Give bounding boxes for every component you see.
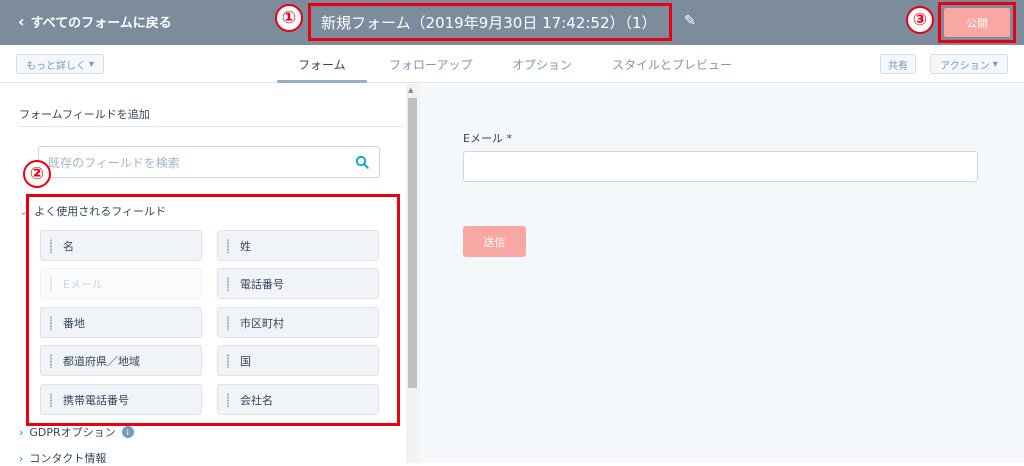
drag-handle-icon	[226, 276, 230, 291]
form-title-highlight: 新規フォーム（2019年9月30日 17:42:52）（1）	[308, 3, 672, 41]
tab-options[interactable]: オプション	[512, 56, 572, 73]
field-label: 番地	[63, 316, 85, 330]
field-city[interactable]: 市区町村	[217, 307, 379, 338]
field-label: 携帯電話番号	[63, 393, 129, 407]
back-label: すべてのフォームに戻る	[30, 16, 172, 31]
search-icon[interactable]	[355, 155, 369, 169]
more-label: もっと詳しく	[25, 60, 86, 72]
tab-style-preview[interactable]: スタイルとプレビュー	[612, 56, 732, 73]
chevron-left-icon: ‹	[18, 11, 25, 31]
caret-down-icon: ▾	[88, 58, 95, 70]
contact-info-label: コンタクト情報	[29, 452, 107, 465]
actions-button[interactable]: アクション ▾	[930, 54, 1008, 74]
gdpr-options-section[interactable]: › GDPRオプション i	[19, 424, 134, 440]
info-icon[interactable]: i	[121, 426, 134, 438]
scroll-up-arrow-icon[interactable]: ▲	[408, 86, 413, 94]
publish-button[interactable]: 公開	[944, 8, 1010, 37]
actions-label: アクション	[940, 60, 990, 72]
field-phone[interactable]: 電話番号	[217, 268, 379, 299]
field-mobile-phone[interactable]: 携帯電話番号	[40, 384, 202, 415]
drag-handle-icon	[49, 315, 53, 330]
pencil-icon[interactable]: ✎	[684, 13, 696, 29]
drag-handle-icon	[226, 392, 230, 407]
drag-handle-icon	[226, 238, 230, 253]
share-button[interactable]: 共有	[880, 54, 916, 74]
field-email: Eメール	[40, 268, 202, 299]
sub-toolbar: もっと詳しく ▾ フォーム フォローアップ オプション スタイルとプレビュー 共…	[0, 45, 1024, 83]
field-street-address[interactable]: 番地	[40, 307, 202, 338]
top-bar: ‹ すべてのフォームに戻る 新規フォーム（2019年9月30日 17:42:52…	[0, 0, 1024, 45]
submit-button[interactable]: 送信	[463, 226, 526, 257]
caret-down-icon: ▾	[992, 58, 998, 70]
field-label: 市区町村	[240, 316, 284, 330]
drag-handle-icon	[49, 238, 53, 253]
drag-handle-icon	[226, 315, 230, 330]
callout-badge-2: ②	[23, 160, 51, 188]
tab-follow-up[interactable]: フォローアップ	[389, 56, 473, 73]
callout-badge-3: ③	[906, 6, 934, 34]
drag-handle-icon	[49, 353, 53, 368]
chevron-right-icon: ›	[19, 425, 24, 439]
search-placeholder: 既存のフィールドを検索	[48, 155, 180, 170]
field-first-name[interactable]: 名	[40, 230, 202, 261]
contact-info-section[interactable]: › コンタクト情報	[19, 450, 106, 466]
field-label: 電話番号	[240, 277, 284, 291]
email-field-label: Eメール *	[463, 132, 512, 145]
field-company-name[interactable]: 会社名	[217, 384, 379, 415]
field-label: 会社名	[240, 393, 273, 407]
field-search-input[interactable]: 既存のフィールドを検索	[38, 146, 380, 178]
field-state-region[interactable]: 都道府県／地域	[40, 345, 202, 376]
email-input[interactable]	[463, 151, 978, 182]
drag-handle-icon	[49, 392, 53, 407]
field-label: 国	[240, 354, 251, 368]
divider	[19, 126, 402, 127]
field-last-name[interactable]: 姓	[217, 230, 379, 261]
back-to-forms-link[interactable]: ‹ すべてのフォームに戻る	[18, 12, 172, 31]
tab-form[interactable]: フォーム	[298, 56, 346, 73]
field-label: 姓	[240, 239, 251, 253]
scrollbar-thumb[interactable]	[408, 98, 417, 388]
add-fields-heading: フォームフィールドを追加	[19, 108, 150, 121]
callout-badge-1: ①	[275, 4, 303, 32]
gdpr-options-label: GDPRオプション	[29, 426, 116, 439]
more-button[interactable]: もっと詳しく ▾	[16, 54, 104, 74]
active-tab-indicator	[277, 80, 367, 83]
field-label: 都道府県／地域	[63, 354, 140, 368]
drag-handle-icon	[49, 276, 53, 291]
field-label: Eメール	[63, 277, 103, 291]
field-label: 名	[63, 239, 74, 253]
drag-handle-icon	[226, 353, 230, 368]
publish-highlight: 公開	[938, 2, 1016, 43]
field-country[interactable]: 国	[217, 345, 379, 376]
form-title[interactable]: 新規フォーム（2019年9月30日 17:42:52）（1）	[321, 12, 657, 33]
